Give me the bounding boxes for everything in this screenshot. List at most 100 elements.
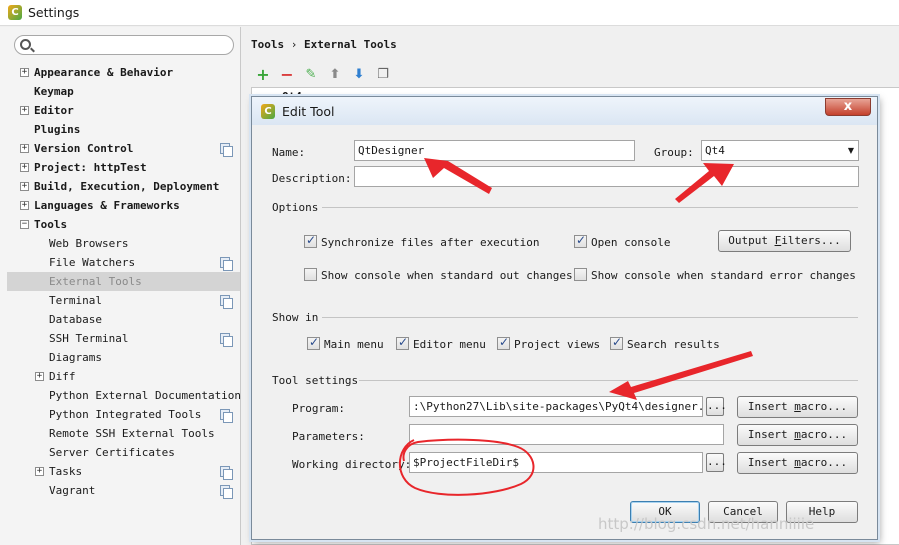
dialog-titlebar: C Edit Tool — [252, 97, 877, 125]
sidebar-item-remote-ssh-tools[interactable]: Remote SSH External Tools — [0, 424, 240, 443]
parameters-input[interactable] — [409, 424, 724, 445]
tool-settings-section-title: Tool settings — [272, 374, 359, 387]
expand-icon[interactable]: + — [20, 144, 29, 153]
main-menu-label: Main menu — [324, 338, 384, 351]
sidebar-item-project[interactable]: + Project: httpTest — [0, 158, 240, 177]
working-directory-input[interactable]: $ProjectFileDir$ — [409, 452, 703, 473]
dialog-title: Edit Tool — [282, 104, 335, 119]
description-label: Description: — [272, 172, 352, 185]
sidebar-item-tools[interactable]: − Tools — [0, 215, 240, 234]
program-insert-macro-button[interactable]: Insert macro... — [737, 396, 858, 418]
remove-icon[interactable]: − — [277, 65, 297, 85]
pycharm-logo-icon: C — [8, 5, 22, 20]
search-icon — [20, 39, 31, 50]
show-console-stdout-label: Show console when standard out changes — [321, 269, 573, 282]
name-label: Name: — [272, 146, 306, 159]
group-combobox[interactable]: Qt4 ▼ — [701, 140, 859, 161]
show-in-section-title: Show in — [272, 311, 319, 324]
sidebar-item-vagrant[interactable]: Vagrant — [0, 481, 240, 500]
description-input[interactable] — [354, 166, 859, 187]
show-console-stderr-label: Show console when standard error changes — [591, 269, 856, 282]
watermark-text: http://blog.csdn.net/hanniiiie — [598, 515, 815, 533]
add-icon[interactable]: + — [253, 65, 273, 85]
project-level-icon — [220, 409, 233, 423]
sidebar-item-python-integrated-tools[interactable]: Python Integrated Tools — [0, 405, 240, 424]
sync-files-label: Synchronize files after execution — [321, 236, 540, 249]
program-input[interactable]: :\Python27\Lib\site-packages\PyQt4\desig… — [409, 396, 703, 417]
project-views-label: Project views — [514, 338, 601, 351]
sidebar-item-database[interactable]: Database — [0, 310, 240, 329]
main-menu-checkbox[interactable] — [307, 335, 320, 350]
window-title: Settings — [28, 5, 80, 20]
dialog-close-button[interactable]: x — [825, 98, 871, 116]
pycharm-logo-icon: C — [261, 104, 275, 119]
expand-icon[interactable]: + — [35, 467, 44, 476]
show-in-separator — [322, 317, 858, 318]
project-level-icon — [220, 485, 233, 499]
settings-sidebar: + Appearance & Behavior Keymap + Editor … — [0, 27, 241, 545]
sidebar-item-languages[interactable]: + Languages & Frameworks — [0, 196, 240, 215]
options-separator — [322, 207, 858, 208]
name-input[interactable]: QtDesigner — [354, 140, 635, 161]
expand-icon[interactable]: + — [35, 372, 44, 381]
sidebar-item-diff[interactable]: + Diff — [0, 367, 240, 386]
sidebar-item-external-tools[interactable]: External Tools — [7, 272, 240, 291]
parameters-insert-macro-button[interactable]: Insert macro... — [737, 424, 858, 446]
project-level-icon — [220, 466, 233, 480]
move-down-icon[interactable]: ⬇ — [349, 65, 369, 85]
editor-menu-label: Editor menu — [413, 338, 486, 351]
sync-files-checkbox[interactable] — [304, 233, 317, 248]
working-directory-insert-macro-button[interactable]: Insert macro... — [737, 452, 858, 474]
search-results-label: Search results — [627, 338, 720, 351]
sidebar-item-build[interactable]: + Build, Execution, Deployment — [0, 177, 240, 196]
expand-icon[interactable]: + — [20, 201, 29, 210]
expand-icon[interactable]: + — [20, 163, 29, 172]
sidebar-item-python-ext-docs[interactable]: Python External Documentation — [0, 386, 241, 405]
settings-search-input[interactable] — [14, 35, 234, 55]
copy-icon[interactable]: ❐ — [373, 65, 393, 85]
edit-icon[interactable]: ✎ — [301, 65, 321, 85]
open-console-checkbox[interactable] — [574, 233, 587, 248]
project-level-icon — [220, 333, 233, 347]
expand-icon[interactable]: + — [20, 106, 29, 115]
options-section-title: Options — [272, 201, 319, 214]
sidebar-item-web-browsers[interactable]: Web Browsers — [0, 234, 240, 253]
sidebar-item-keymap[interactable]: Keymap — [0, 82, 240, 101]
sidebar-item-ssh-terminal[interactable]: SSH Terminal — [0, 329, 240, 348]
show-console-stdout-checkbox[interactable] — [304, 268, 317, 281]
sidebar-item-editor[interactable]: + Editor — [0, 101, 240, 120]
breadcrumb: Tools › External Tools — [251, 38, 397, 51]
project-views-checkbox[interactable] — [497, 335, 510, 350]
program-browse-button[interactable]: ... — [706, 397, 727, 416]
sidebar-item-diagrams[interactable]: Diagrams — [0, 348, 240, 367]
search-results-checkbox[interactable] — [610, 335, 623, 350]
edit-tool-dialog: C Edit Tool x Name: QtDesigner Group: Qt… — [251, 96, 878, 540]
sidebar-item-appearance[interactable]: + Appearance & Behavior — [0, 63, 240, 82]
external-tools-toolbar: + − ✎ ⬆ ⬇ ❐ — [251, 65, 899, 87]
show-console-stderr-checkbox[interactable] — [574, 268, 587, 281]
sidebar-item-tasks[interactable]: + Tasks — [0, 462, 240, 481]
sidebar-item-server-certificates[interactable]: Server Certificates — [0, 443, 240, 462]
open-console-label: Open console — [591, 236, 671, 249]
dropdown-arrow-icon[interactable]: ▼ — [848, 141, 854, 160]
working-directory-label: Working directory: — [292, 458, 412, 471]
collapse-icon[interactable]: − — [20, 220, 29, 229]
group-label: Group: — [654, 146, 694, 159]
sidebar-item-file-watchers[interactable]: File Watchers — [0, 253, 240, 272]
project-level-icon — [220, 295, 233, 309]
parameters-label: Parameters: — [292, 430, 365, 443]
move-up-icon[interactable]: ⬆ — [325, 65, 345, 85]
sidebar-item-terminal[interactable]: Terminal — [0, 291, 240, 310]
output-filters-button[interactable]: Output Filters... — [718, 230, 851, 252]
program-label: Program: — [292, 402, 345, 415]
working-directory-browse-button[interactable]: ... — [706, 453, 727, 472]
sidebar-item-version-control[interactable]: + Version Control — [0, 139, 240, 158]
window-titlebar: C Settings — [0, 0, 899, 26]
project-level-icon — [220, 143, 233, 157]
sidebar-item-plugins[interactable]: Plugins — [0, 120, 240, 139]
expand-icon[interactable]: + — [20, 68, 29, 77]
editor-menu-checkbox[interactable] — [396, 335, 409, 350]
tool-settings-separator — [359, 380, 858, 381]
project-level-icon — [220, 257, 233, 271]
expand-icon[interactable]: + — [20, 182, 29, 191]
